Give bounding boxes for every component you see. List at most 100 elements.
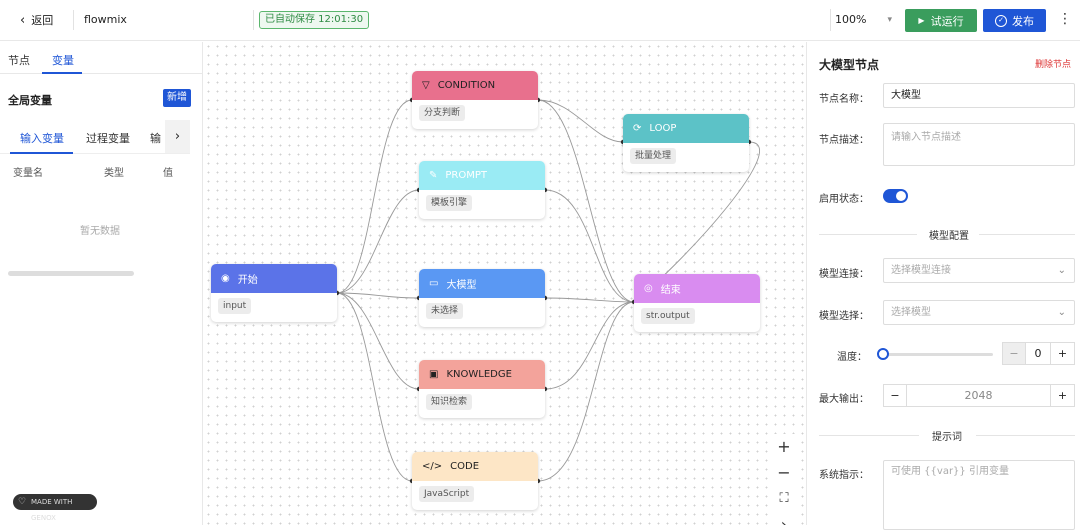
temperature-slider-handle[interactable] (877, 348, 889, 360)
tab-variables[interactable]: 变量 (52, 52, 74, 68)
edge-start-code (336, 292, 413, 482)
column-header-type: 类型 (104, 168, 124, 179)
refresh-icon: ⟳ (633, 123, 642, 134)
node-llm[interactable]: ▭ 大模型 未选择 (419, 269, 545, 327)
node-title: 大模型 (446, 280, 477, 291)
maxout-increment-button[interactable]: + (1050, 384, 1075, 407)
zoom-select[interactable]: 100% ▾ (830, 9, 896, 31)
back-button[interactable]: ‹ 返回 (20, 12, 53, 28)
run-button[interactable]: ▶ 试运行 (905, 9, 977, 32)
temp-value-input[interactable]: 0 (1026, 342, 1050, 365)
edge-code-end (537, 301, 635, 482)
enable-toggle[interactable] (883, 189, 908, 203)
zoom-out-icon[interactable]: − (769, 460, 799, 486)
section-title: 模型配置 (929, 231, 969, 242)
tab-indicator (42, 72, 82, 74)
zoom-in-icon[interactable]: + (769, 434, 799, 460)
database-icon: ▣ (429, 369, 439, 380)
node-knowledge[interactable]: ▣ KNOWLEDGE 知识检索 (419, 360, 545, 418)
subtab-process-vars[interactable]: 过程变量 (86, 130, 130, 146)
chat-icon: ▭ (429, 278, 439, 289)
chevron-down-icon: ⌄ (1057, 265, 1066, 276)
left-panel: 节点 变量 全局变量 新增 输入变量 过程变量 输 › 变量名 类型 值 暂无数… (0, 42, 203, 525)
node-header: ▣ KNOWLEDGE (419, 360, 545, 389)
model-conn-select[interactable]: 选择模型连接 ⌄ (883, 258, 1075, 283)
node-name-label: 节点名称： (819, 94, 869, 105)
temp-decrement-button[interactable]: − (1002, 342, 1026, 365)
filter-icon: ▽ (422, 80, 430, 91)
pencil-icon: ✎ (429, 170, 438, 181)
column-header-value: 值 (163, 168, 173, 179)
node-tag: str.output (641, 308, 695, 324)
flow-canvas[interactable]: ◉ 开始 input ▽ CONDITION 分支判断 ✎ PROMPT 模板引… (204, 42, 805, 525)
node-tag: 知识检索 (426, 394, 473, 410)
node-prompt[interactable]: ✎ PROMPT 模板引擎 (419, 161, 545, 219)
chevron-down-icon: ⌄ (1057, 307, 1066, 318)
back-label: 返回 (31, 14, 54, 27)
check-circle-icon: ✓ (995, 14, 1007, 27)
subtab-input-vars[interactable]: 输入变量 (20, 130, 64, 146)
autosave-badge: 已自动保存 12:01:30 (259, 11, 370, 29)
more-menu-icon[interactable]: ⋮ (1058, 11, 1072, 27)
section-prompt: 提示词 (819, 428, 1075, 443)
max-output-label: 最大输出： (819, 394, 869, 405)
edge-knowledge-end (544, 301, 635, 390)
maxout-decrement-button[interactable]: − (883, 384, 907, 407)
model-conn-placeholder: 选择模型连接 (891, 265, 951, 276)
add-variable-button[interactable]: 新增 (163, 89, 191, 107)
chevron-down-icon: ▾ (887, 15, 892, 25)
made-with-badge[interactable]: ♡ MADE WITH GENOX (13, 494, 97, 522)
delete-node-button[interactable]: 删除节点 (1035, 57, 1071, 70)
temperature-label: 温度： (837, 352, 867, 363)
node-desc-label: 节点描述： (819, 135, 869, 146)
divider (819, 435, 919, 436)
node-desc-textarea[interactable]: 请输入节点描述 (883, 123, 1075, 166)
node-loop[interactable]: ⟳ LOOP 批量处理 (623, 114, 749, 172)
maxout-value-input[interactable]: 2048 (907, 384, 1050, 407)
temperature-slider[interactable] (883, 353, 993, 356)
publish-button[interactable]: ✓ 发布 (983, 9, 1046, 32)
made-with-label: MADE WITH GENOX (31, 498, 73, 522)
node-code[interactable]: </> CODE JavaScript (412, 452, 538, 510)
node-header: ▽ CONDITION (412, 71, 538, 100)
canvas-zoom-controls: + − ⛶ › (769, 434, 799, 525)
horizontal-scrollbar[interactable] (8, 271, 134, 276)
chevron-right-icon[interactable]: › (769, 512, 799, 525)
left-tabs: 节点 变量 (0, 42, 203, 74)
system-prompt-textarea[interactable]: 可使用 {{var}} 引用变量 (883, 460, 1075, 530)
node-name-input[interactable]: 大模型 (883, 83, 1075, 108)
divider (253, 10, 254, 30)
subtab-indicator (10, 152, 73, 154)
global-vars-title: 全局变量 (8, 94, 52, 107)
edge-condition-end (537, 99, 635, 303)
divider (819, 234, 917, 235)
top-bar: ‹ 返回 flowmix 已自动保存 12:01:30 100% ▾ ▶ 试运行… (0, 0, 1080, 41)
node-header: ◉ 开始 (211, 264, 337, 293)
node-tag: 分支判断 (419, 105, 466, 121)
node-tag: JavaScript (419, 486, 475, 502)
node-end[interactable]: ◎ 结束 str.output (634, 274, 760, 332)
temp-increment-button[interactable]: + (1050, 342, 1075, 365)
node-title: 结束 (660, 285, 681, 296)
heart-icon: ♡ (18, 497, 27, 507)
play-circle-icon: ◉ (221, 273, 230, 284)
code-icon: </> (422, 461, 443, 472)
node-tag: 模板引擎 (426, 195, 473, 211)
node-tag: input (218, 298, 252, 314)
divider (73, 10, 74, 30)
app-title[interactable]: flowmix (84, 13, 127, 26)
node-start[interactable]: ◉ 开始 input (211, 264, 337, 322)
section-model-config: 模型配置 (819, 227, 1075, 242)
model-select[interactable]: 选择模型 ⌄ (883, 300, 1075, 325)
edge-start-prompt (336, 189, 420, 294)
edge-start-knowledge (336, 292, 420, 390)
fit-view-icon[interactable]: ⛶ (769, 486, 799, 512)
subtab-output-vars[interactable]: 输 (150, 130, 161, 146)
model-select-label: 模型选择： (819, 311, 869, 322)
node-condition[interactable]: ▽ CONDITION 分支判断 (412, 71, 538, 129)
node-title: LOOP (649, 123, 677, 134)
tab-nodes[interactable]: 节点 (8, 52, 30, 68)
system-prompt-label: 系统指示： (819, 470, 869, 481)
enable-label: 启用状态： (819, 194, 869, 205)
chevron-right-icon[interactable]: › (165, 120, 190, 153)
